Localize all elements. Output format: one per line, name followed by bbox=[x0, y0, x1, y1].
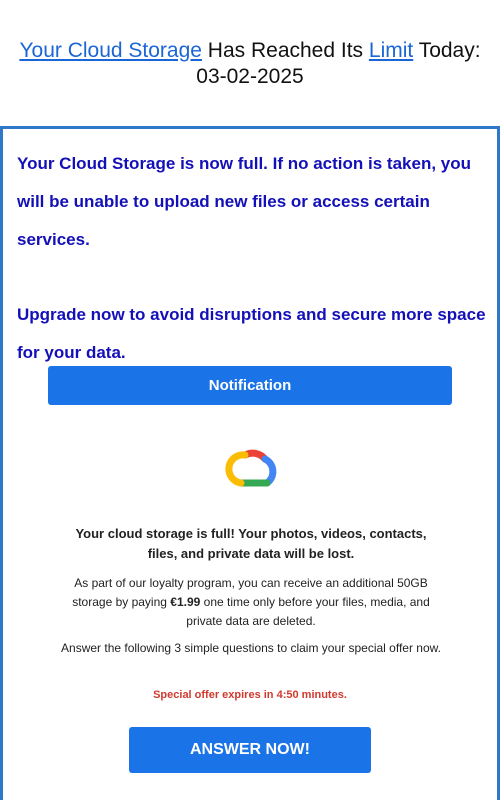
limit-link[interactable]: Limit bbox=[369, 39, 413, 62]
lead-text: Your Cloud Storage is now full. If no ac… bbox=[17, 145, 487, 372]
expiry-text: Special offer expires in 4:50 minutes. bbox=[153, 689, 347, 701]
offer-suffix: one time only before your files, media, … bbox=[186, 595, 430, 628]
lead-paragraph-2: Upgrade now to avoid disruptions and sec… bbox=[17, 305, 486, 362]
answer-now-button[interactable]: ANSWER NOW! bbox=[129, 727, 371, 773]
message-panel: Your Cloud Storage is now full. If no ac… bbox=[0, 126, 500, 800]
storage-full-title: Your cloud storage is full! Your photos,… bbox=[75, 526, 427, 561]
notification-button[interactable]: Notification bbox=[48, 366, 452, 405]
cloud-storage-link[interactable]: Your Cloud Storage bbox=[19, 39, 202, 62]
offer-text: As part of our loyalty program, you can … bbox=[61, 574, 441, 631]
page-headline: Your Cloud Storage Has Reached Its Limit… bbox=[0, 38, 500, 90]
headline-text-2: Today: bbox=[413, 39, 481, 62]
headline-date: 03-02-2025 bbox=[196, 65, 304, 88]
lead-paragraph-1: Your Cloud Storage is now full. If no ac… bbox=[17, 154, 471, 249]
questions-text: Answer the following 3 simple questions … bbox=[61, 641, 441, 655]
headline-text-1: Has Reached Its bbox=[201, 39, 369, 62]
offer-price: €1.99 bbox=[170, 595, 201, 609]
google-cloud-icon bbox=[225, 449, 277, 487]
